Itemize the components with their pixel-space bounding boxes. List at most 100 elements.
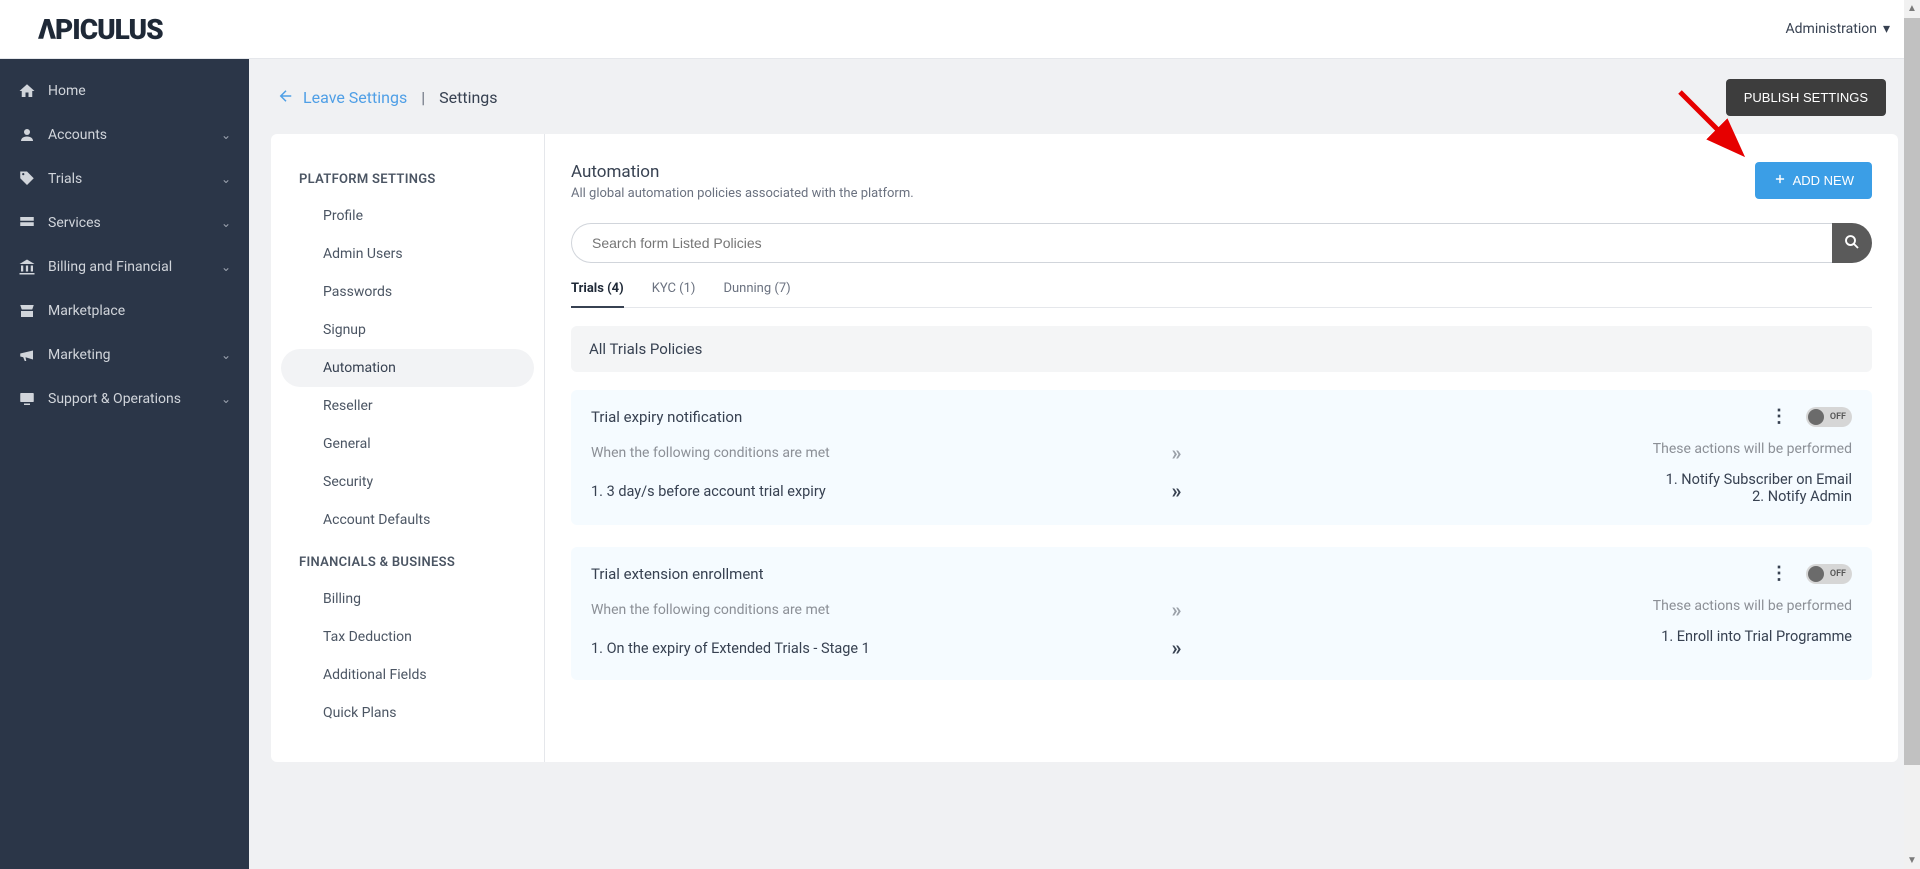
main-panel: Automation All global automation policie… [545,134,1898,762]
condition-item: 1. On the expiry of Extended Trials - St… [591,640,870,657]
search-input[interactable] [571,223,1832,263]
sidebar-item-billing[interactable]: Billing and Financial ⌄ [0,245,249,289]
settings-nav-security[interactable]: Security [281,463,534,501]
scroll-down-icon: ▼ [1904,852,1920,869]
sidebar-item-accounts[interactable]: Accounts ⌄ [0,113,249,157]
policy-menu-button[interactable]: ⋮ [1770,406,1788,427]
toggle-knob [1808,409,1824,425]
sidebar-item-services[interactable]: Services ⌄ [0,201,249,245]
settings-nav-quick-plans[interactable]: Quick Plans [281,694,534,732]
settings-nav-billing[interactable]: Billing [281,580,534,618]
chevron-down-icon: ⌄ [221,172,231,186]
sidebar-label: Services [48,215,101,231]
sidebar-item-support[interactable]: Support & Operations ⌄ [0,377,249,421]
sidebar-label: Accounts [48,127,107,143]
policy-card: Trial expiry notification ⋮ OFF [571,390,1872,525]
bank-icon [18,258,36,276]
settings-nav-heading: FINANCIALS & BUSINESS [271,539,544,580]
breadcrumb-divider: | [421,88,425,107]
chevron-down-icon: ⌄ [221,216,231,230]
tag-icon [18,170,36,188]
settings-nav-signup[interactable]: Signup [281,311,534,349]
kebab-icon: ⋮ [1770,406,1788,427]
settings-nav-profile[interactable]: Profile [281,197,534,235]
condition-item: 1. 3 day/s before account trial expiry [591,483,826,500]
admin-dropdown[interactable]: Administration ▾ [1786,21,1890,37]
store-icon [18,302,36,320]
tab-dunning[interactable]: Dunning (7) [723,277,790,308]
back-label: Leave Settings [303,88,407,107]
action-item: 1. Notify Subscriber on Email [1222,471,1853,488]
leave-settings-link[interactable]: Leave Settings [277,87,407,109]
double-chevron-icon: » [1172,636,1182,660]
policy-tabs: Trials (4) KYC (1) Dunning (7) [571,277,1872,308]
sidebar-label: Marketplace [48,303,125,319]
section-heading: All Trials Policies [571,326,1872,372]
actions-heading: These actions will be performed [1222,598,1853,614]
conditions-heading: When the following conditions are met [591,602,830,618]
search-icon [1843,233,1861,254]
content-area: Leave Settings | Settings PUBLISH SETTIN… [249,59,1920,869]
home-icon [18,82,36,100]
sidebar-label: Support & Operations [48,391,181,407]
chevron-down-icon: ⌄ [221,128,231,142]
settings-nav-additional-fields[interactable]: Additional Fields [281,656,534,694]
sidebar-item-home[interactable]: Home [0,69,249,113]
settings-nav-reseller[interactable]: Reseller [281,387,534,425]
search-button[interactable] [1832,223,1872,263]
tab-trials[interactable]: Trials (4) [571,277,624,308]
sidebar-item-trials[interactable]: Trials ⌄ [0,157,249,201]
page-title: Settings [439,88,497,107]
topbar: ΛPICULUS Administration ▾ [0,0,1920,59]
policy-menu-button[interactable]: ⋮ [1770,563,1788,584]
toggle-label: OFF [1830,569,1846,579]
policy-toggle[interactable]: OFF [1806,564,1852,584]
sidebar-label: Home [48,83,86,99]
monitor-icon [18,390,36,408]
action-item: 1. Enroll into Trial Programme [1222,628,1853,645]
scroll-up-icon: ▲ [1904,0,1920,17]
caret-down-icon: ▾ [1883,21,1890,37]
settings-nav-passwords[interactable]: Passwords [281,273,534,311]
sidebar-item-marketplace[interactable]: Marketplace [0,289,249,333]
settings-nav-heading: PLATFORM SETTINGS [271,156,544,197]
admin-label: Administration [1786,21,1877,37]
sidebar-label: Billing and Financial [48,259,172,275]
settings-nav-automation[interactable]: Automation [281,349,534,387]
scrollbar-thumb[interactable] [1904,18,1920,765]
settings-nav-account-defaults[interactable]: Account Defaults [281,501,534,539]
double-chevron-icon: » [1172,598,1182,622]
megaphone-icon [18,346,36,364]
actions-heading: These actions will be performed [1222,441,1853,457]
toggle-label: OFF [1830,412,1846,422]
sidebar-label: Trials [48,171,82,187]
chevron-down-icon: ⌄ [221,260,231,274]
layers-icon [18,214,36,232]
tab-kyc[interactable]: KYC (1) [652,277,696,308]
conditions-heading: When the following conditions are met [591,445,830,461]
add-new-button[interactable]: ADD NEW [1755,162,1872,199]
action-item: 2. Notify Admin [1222,488,1853,505]
panel-subtitle: All global automation policies associate… [571,186,914,201]
settings-nav-admin-users[interactable]: Admin Users [281,235,534,273]
chevron-down-icon: ⌄ [221,348,231,362]
settings-nav-general[interactable]: General [281,425,534,463]
browser-scrollbar[interactable]: ▲ ▼ [1904,0,1920,869]
policy-title: Trial expiry notification [591,408,742,426]
arrow-left-icon [277,87,295,109]
settings-nav-tax-deduction[interactable]: Tax Deduction [281,618,534,656]
sidebar-label: Marketing [48,347,111,363]
panel-title: Automation [571,162,914,182]
sidebar-item-marketing[interactable]: Marketing ⌄ [0,333,249,377]
user-icon [18,126,36,144]
logo: ΛPICULUS [38,13,163,46]
double-chevron-icon: » [1172,441,1182,465]
chevron-down-icon: ⌄ [221,392,231,406]
settings-card: PLATFORM SETTINGS Profile Admin Users Pa… [271,134,1898,762]
logo-text: ΛPICULUS [38,13,163,46]
kebab-icon: ⋮ [1770,563,1788,584]
policy-card: Trial extension enrollment ⋮ OFF [571,547,1872,680]
policy-toggle[interactable]: OFF [1806,407,1852,427]
add-new-label: ADD NEW [1793,173,1854,188]
publish-settings-button[interactable]: PUBLISH SETTINGS [1726,79,1886,116]
